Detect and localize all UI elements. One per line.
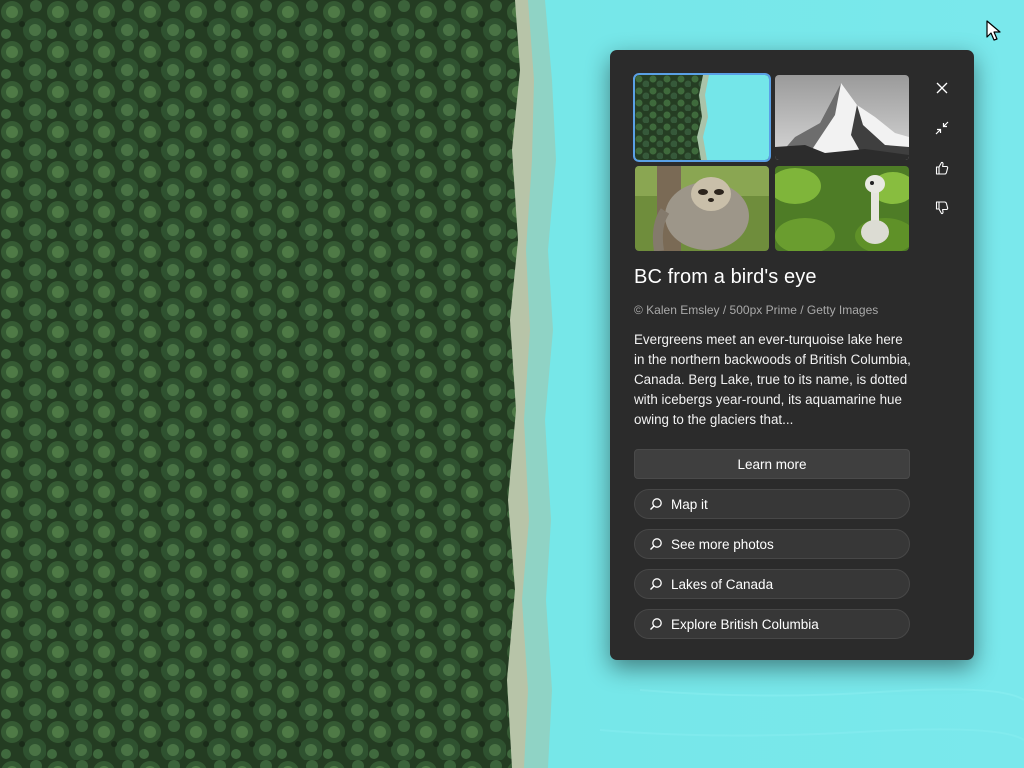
suggestion-label: Map it — [671, 496, 708, 512]
like-button[interactable] — [928, 154, 956, 182]
collapse-icon — [935, 121, 949, 135]
search-icon — [649, 617, 663, 631]
suggestion-lakes-of-canada[interactable]: Lakes of Canada — [634, 569, 910, 599]
learn-more-label: Learn more — [737, 456, 807, 472]
search-icon — [649, 497, 663, 511]
spotlight-panel: BC from a bird's eye © Kalen Emsley / 50… — [610, 50, 974, 660]
suggestion-label: Explore British Columbia — [671, 616, 819, 632]
collapse-button[interactable] — [928, 114, 956, 142]
bird-thumbnail[interactable] — [775, 166, 909, 251]
image-title: BC from a bird's eye — [634, 266, 817, 288]
learn-more-button[interactable]: Learn more — [634, 449, 910, 479]
suggestion-explore-british-columbia[interactable]: Explore British Columbia — [634, 609, 910, 639]
suggestion-map-it[interactable]: Map it — [634, 489, 910, 519]
image-description: Evergreens meet an ever-turquoise lake h… — [634, 332, 911, 427]
close-button[interactable] — [928, 74, 956, 102]
thumbs-up-icon — [935, 161, 949, 175]
thumbs-down-icon — [935, 201, 949, 215]
suggestion-label: See more photos — [671, 536, 774, 552]
dislike-button[interactable] — [928, 194, 956, 222]
search-icon — [649, 537, 663, 551]
sloth-thumbnail[interactable] — [635, 166, 769, 251]
suggestion-see-more-photos[interactable]: See more photos — [634, 529, 910, 559]
search-icon — [649, 577, 663, 591]
suggestion-label: Lakes of Canada — [671, 576, 774, 592]
image-credit: © Kalen Emsley / 500px Prime / Getty Ima… — [634, 303, 879, 317]
mountain-peak-thumbnail[interactable] — [775, 75, 909, 160]
forest-lake-thumbnail[interactable] — [633, 73, 771, 162]
close-icon — [936, 82, 948, 94]
mouse-cursor-icon — [986, 20, 1002, 42]
